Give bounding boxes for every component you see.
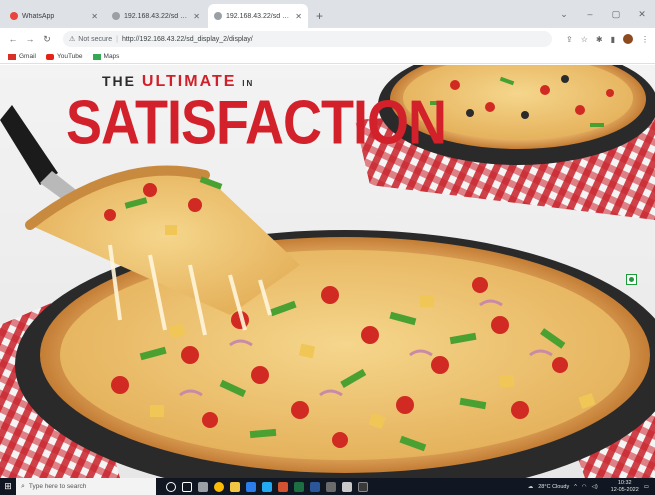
weather-icon[interactable]: ☁ <box>528 484 534 490</box>
tab-title: 192.168.43.22/sd display 2/sign. <box>124 12 189 20</box>
veg-indicator-icon <box>626 274 637 285</box>
star-icon[interactable]: ☆ <box>581 35 588 44</box>
maximize-button[interactable]: ▢ <box>603 9 629 20</box>
globe-icon <box>214 12 222 20</box>
tab-title: WhatsApp <box>22 12 55 20</box>
network-icon[interactable]: ◠ <box>582 484 587 490</box>
url-text: http://192.168.43.22/sd_display_2/displa… <box>121 35 253 43</box>
address-bar[interactable]: ⚠ Not secure | http://192.168.43.22/sd_d… <box>63 31 553 47</box>
screen: WhatsApp ✕ 192.168.43.22/sd display 2/si… <box>0 0 655 495</box>
windows-start-icon[interactable]: ⊞ <box>0 478 16 495</box>
close-window-button[interactable]: ✕ <box>629 9 655 20</box>
profile-avatar[interactable] <box>623 34 633 44</box>
vscode-icon[interactable] <box>262 481 272 492</box>
file-explorer-icon[interactable] <box>230 481 240 492</box>
new-tab-button[interactable]: + <box>316 9 323 23</box>
close-icon[interactable]: ✕ <box>193 12 200 21</box>
bookmark-label: YouTube <box>56 53 83 60</box>
cortana-icon[interactable] <box>166 481 176 492</box>
chrome-icon[interactable] <box>214 481 224 492</box>
bookmark-label: Gmail <box>19 53 36 60</box>
tab-strip: WhatsApp ✕ 192.168.43.22/sd display 2/si… <box>0 0 655 28</box>
notifications-icon[interactable]: ▭ <box>644 484 649 490</box>
volume-icon[interactable]: ◁) <box>592 484 598 490</box>
powerpoint-icon[interactable] <box>278 481 288 492</box>
app-icon[interactable] <box>326 481 336 492</box>
bookmark-label: Maps <box>103 53 120 60</box>
clock[interactable]: 10:32 12-05-2022 <box>606 480 639 494</box>
whatsapp-icon <box>10 12 18 20</box>
menu-icon[interactable]: ⋮ <box>641 35 649 44</box>
weather-text[interactable]: 28°C Cloudy <box>538 484 569 490</box>
chevron-up-icon[interactable]: ^ <box>574 484 577 490</box>
clock-time: 10:32 <box>617 479 632 486</box>
share-icon[interactable]: ⇪ <box>566 35 573 44</box>
gmail-icon <box>8 53 16 60</box>
browser-toolbar: ← → ↻ ⚠ Not secure | http://192.168.43.2… <box>0 28 655 50</box>
warning-icon[interactable]: ⚠ <box>69 35 75 43</box>
page-content: THE ULTIMATE IN SATISFACTION <box>0 65 655 478</box>
system-tray: ☁ 28°C Cloudy ^ ◠ ◁) 10:32 12-05-2022 ▭ <box>523 478 649 495</box>
banner-headline: SATISFACTION <box>66 88 447 158</box>
tab-display[interactable]: 192.168.43.22/sd display 2/sing ✕ <box>208 4 308 28</box>
clock-date: 12-05-2022 <box>610 486 639 493</box>
store-icon[interactable] <box>246 481 256 492</box>
minimize-button[interactable]: – <box>577 9 603 19</box>
toolbar-actions: ⇪ ☆ ✱ ▮ ⋮ <box>558 34 649 44</box>
bookmark-maps[interactable]: Maps <box>92 53 120 60</box>
globe-icon <box>112 12 120 20</box>
bookmarks-bar: Gmail YouTube Maps <box>0 50 655 64</box>
settings-icon[interactable] <box>198 481 208 492</box>
window-controls: ⌄ – ▢ ✕ <box>551 0 655 28</box>
word-icon[interactable] <box>310 481 320 492</box>
bookmark-youtube[interactable]: YouTube <box>45 53 83 60</box>
tab-whatsapp[interactable]: WhatsApp ✕ <box>4 4 104 28</box>
tab-sign[interactable]: 192.168.43.22/sd display 2/sign. ✕ <box>106 4 206 28</box>
youtube-icon <box>45 53 54 60</box>
taskbar-search[interactable]: ⌕ Type here to search <box>16 478 156 495</box>
chevron-down-icon[interactable]: ⌄ <box>551 9 577 20</box>
taskbar-apps <box>166 481 374 492</box>
sidebar-icon[interactable]: ▮ <box>611 35 615 44</box>
tab-title: 192.168.43.22/sd display 2/sing <box>226 12 291 20</box>
security-label: Not secure <box>78 35 113 43</box>
reload-button[interactable]: ↻ <box>40 34 54 45</box>
sql-icon[interactable] <box>342 481 352 492</box>
excel-icon[interactable] <box>294 481 304 492</box>
task-view-icon[interactable] <box>182 481 192 492</box>
search-icon: ⌕ <box>21 482 25 490</box>
back-button[interactable]: ← <box>6 34 20 44</box>
forward-button[interactable]: → <box>23 34 37 44</box>
extensions-icon[interactable]: ✱ <box>596 35 603 44</box>
maps-icon <box>92 53 101 60</box>
divider: | <box>116 35 118 43</box>
search-placeholder: Type here to search <box>28 483 87 490</box>
bookmark-gmail[interactable]: Gmail <box>8 53 36 60</box>
taskbar: ⊞ ⌕ Type here to search ☁ 28°C Cloudy ^ … <box>0 478 655 495</box>
terminal-icon[interactable] <box>358 481 368 492</box>
close-icon[interactable]: ✕ <box>91 12 98 21</box>
close-icon[interactable]: ✕ <box>295 12 302 21</box>
